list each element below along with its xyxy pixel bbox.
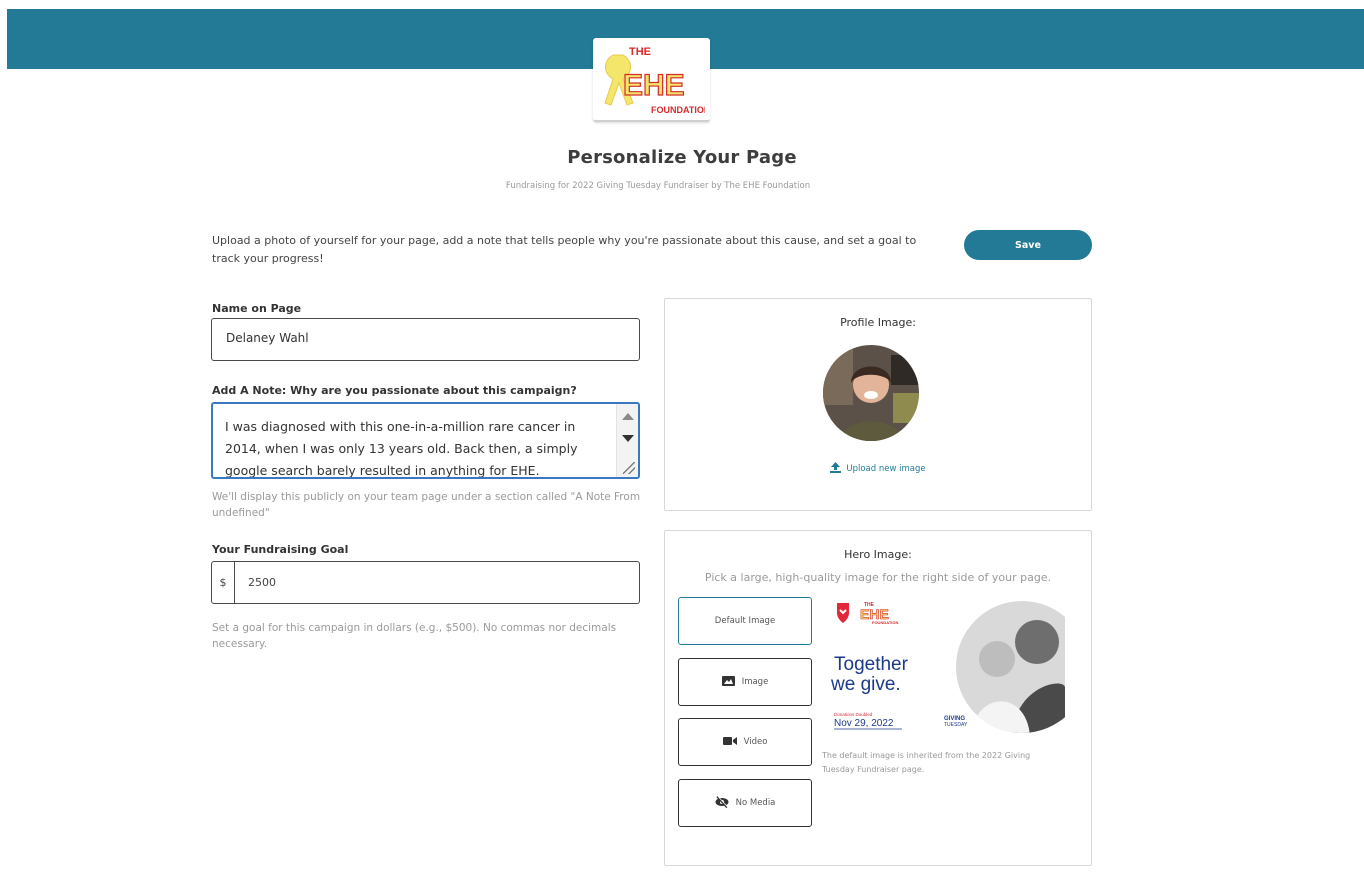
eye-slash-icon [715,795,729,811]
resize-handle-icon[interactable] [623,462,635,474]
hero-image-preview: THE EHE FOUNDATION Together we give. Don… [822,597,1065,737]
ehe-foundation-logo: THE EHE FOUNDATION [593,38,710,122]
svg-text:TUESDAY: TUESDAY [944,722,968,728]
image-label: Image [741,677,769,687]
avatar [823,345,919,441]
image-button[interactable]: Image [678,658,812,706]
note-textarea[interactable]: I was diagnosed with this one-in-a-milli… [211,402,640,479]
upload-image-link[interactable]: Upload new image [665,462,1091,476]
default-image-label: Default Image [714,616,776,626]
no-media-button[interactable]: No Media [678,779,812,827]
svg-text:FOUNDATION: FOUNDATION [872,620,898,625]
scroll-down-icon[interactable] [622,435,634,442]
profile-image-card: Profile Image: Upload new image [664,298,1092,511]
profile-image-title: Profile Image: [840,316,916,329]
name-label: Name on Page [212,302,302,315]
svg-text:we give.: we give. [830,674,901,695]
goal-input[interactable]: $ 2500 [211,561,640,604]
goal-value: 2500 [248,576,276,589]
goal-help-text: Set a goal for this campaign in dollars … [212,622,617,650]
upload-label: Upload new image [846,464,926,474]
scroll-up-icon[interactable] [622,413,634,420]
image-icon [721,675,735,689]
page-subtitle: Fundraising for 2022 Giving Tuesday Fund… [505,181,811,191]
video-camera-icon [722,736,737,749]
svg-text:Nov 29, 2022: Nov 29, 2022 [834,718,894,729]
intro-text: Upload a photo of yourself for your page… [212,234,917,265]
svg-text:Together: Together [834,654,909,675]
note-label: Add A Note: Why are you passionate about… [212,384,577,397]
goal-label: Your Fundraising Goal [212,543,349,556]
video-button[interactable]: Video [678,718,812,766]
save-button[interactable]: Save [964,230,1092,260]
svg-text:FOUNDATION: FOUNDATION [651,105,705,115]
upload-icon [830,462,842,476]
hero-image-note: The default image is inherited from the … [822,751,1031,774]
note-help-text: We'll display this publicly on your team… [212,491,641,519]
note-text: I was diagnosed with this one-in-a-milli… [225,419,578,478]
hero-image-card: Hero Image: Pick a large, high-quality i… [664,530,1092,866]
default-image-button[interactable]: Default Image [678,597,812,645]
video-label: Video [743,737,768,747]
hero-image-subtitle: Pick a large, high-quality image for the… [704,571,1052,584]
currency-prefix: $ [212,562,235,603]
svg-text:EHE: EHE [623,69,685,102]
no-media-label: No Media [735,798,776,808]
name-input[interactable]: Delaney Wahl [211,318,640,361]
page-title: Personalize Your Page [567,147,797,168]
hero-image-title: Hero Image: [844,548,912,561]
svg-text:Donations Doubled: Donations Doubled [834,712,873,717]
svg-text:THE: THE [629,46,651,58]
